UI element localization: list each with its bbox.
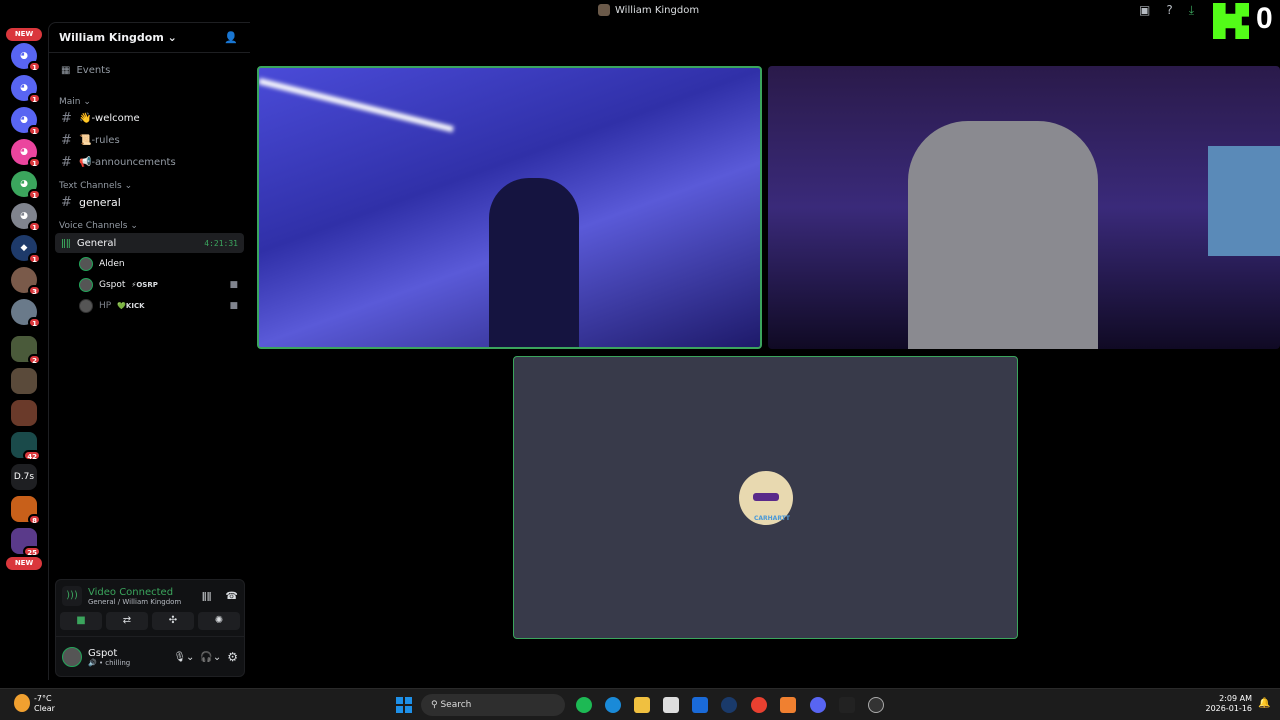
dm-item[interactable]: 3 — [11, 267, 41, 296]
server-icon — [598, 4, 610, 16]
server-item[interactable]: 8 — [11, 496, 41, 525]
hash-icon: # — [61, 194, 72, 210]
file-explorer-icon[interactable] — [634, 697, 650, 713]
spotify-icon[interactable] — [576, 697, 592, 713]
activities-button[interactable]: ✣ — [152, 612, 194, 630]
channel-announcements[interactable]: # 📢-announcements — [49, 151, 250, 173]
kick-count: 0 — [1256, 2, 1273, 35]
user-area: Gspot 🔊 • chilling 🎙⌄ 🎧⌄ ⚙ — [56, 636, 244, 667]
avatar — [79, 298, 93, 313]
inbox-icon[interactable]: ▣ — [1139, 3, 1150, 18]
dm-item[interactable]: ◕ 1 — [11, 139, 41, 168]
category-main[interactable]: Main ⌄ — [49, 89, 250, 107]
voice-panel: ))) Video Connected General / William Kin… — [55, 579, 245, 677]
screen-share-button[interactable]: ⇄ — [106, 612, 148, 630]
obs-icon[interactable] — [868, 697, 884, 713]
server-item[interactable]: 25 — [11, 528, 41, 557]
avatar[interactable] — [62, 647, 82, 667]
voice-user[interactable]: HP 💚KICK ■ — [49, 295, 250, 316]
voice-user[interactable]: Gspot ⚡OSRP ■ — [49, 274, 250, 295]
voice-activity-icon: ǁǁ — [61, 237, 71, 249]
soundboard-button[interactable]: ✺ — [198, 612, 240, 630]
dm-item[interactable]: ◕ 1 — [11, 43, 41, 72]
settings-icon[interactable]: ⚙ — [227, 650, 238, 664]
edge-icon[interactable] — [605, 697, 621, 713]
headphones-icon[interactable]: 🎧⌄ — [200, 652, 221, 663]
hash-icon: # — [61, 132, 72, 148]
avatar — [79, 277, 93, 292]
channel-welcome[interactable]: # 👋-welcome — [49, 107, 250, 129]
camera-button[interactable]: ■ — [60, 612, 102, 630]
server-item[interactable]: D.7s — [11, 464, 37, 490]
camera-icon: ■ — [229, 279, 238, 290]
steam-icon[interactable] — [721, 697, 737, 713]
server-item[interactable] — [11, 368, 37, 394]
terminal-icon[interactable] — [839, 697, 855, 713]
server-item[interactable]: 2 — [11, 336, 41, 365]
server-item[interactable] — [11, 400, 37, 426]
category-voice[interactable]: Voice Channels ⌄ — [49, 213, 250, 231]
window-title: William Kingdom — [598, 4, 699, 16]
avatar — [79, 256, 93, 271]
calendar-icon: ▦ — [61, 64, 71, 76]
new-pill[interactable]: NEW — [6, 28, 42, 41]
voice-channel-general[interactable]: ǁǁ General 4:21:31 — [55, 233, 244, 253]
clock[interactable]: 2:09 AM 2026-01-16 — [1200, 694, 1253, 714]
signal-icon: ))) — [62, 586, 82, 606]
start-button[interactable] — [396, 697, 412, 713]
channel-sidebar: William Kingdom ⌄ 👤 ▦ Events Main ⌄ # 👋-wel… — [48, 22, 250, 680]
microphone-icon[interactable]: 🎙⌄ — [173, 652, 194, 663]
dm-item[interactable]: ◆ 1 — [11, 235, 41, 264]
search-box[interactable]: ⚲ Search — [421, 694, 565, 716]
taskbar: -7°C Clear ⚲ Search 2:09 AM 2026-01-16 🔔 — [0, 688, 1280, 720]
help-icon[interactable]: ? — [1166, 3, 1172, 18]
dm-item[interactable]: ◕ 1 — [11, 107, 41, 136]
video-tile-1[interactable] — [257, 66, 762, 349]
voice-user[interactable]: Alden — [49, 253, 250, 274]
video-tile-3[interactable]: CARHARTT — [513, 356, 1018, 639]
new-pill[interactable]: NEW — [6, 557, 42, 570]
channel-rules[interactable]: # 📜-rules — [49, 129, 250, 151]
dm-item[interactable]: ◕ 1 — [11, 203, 41, 232]
events-item[interactable]: ▦ Events — [49, 59, 250, 81]
weather-icon — [14, 694, 30, 712]
notification-icon[interactable]: 🔔 — [1258, 698, 1270, 709]
download-icon[interactable]: ⤓ — [1189, 3, 1194, 18]
chrome-icon[interactable] — [751, 697, 767, 713]
category-text[interactable]: Text Channels ⌄ — [49, 173, 250, 191]
hash-icon: # — [61, 110, 72, 126]
dm-item[interactable]: ◕ 1 — [11, 75, 41, 104]
title-bar: William Kingdom ▣ ? ⤓ — [0, 0, 1280, 22]
server-rail: NEW ◕ 1 ◕ 1 ◕ 1 ◕ 1 ◕ 1 ◕ 1 ◆ 1 3 1 2 42 D.7s 8… — [0, 16, 48, 680]
app-icon[interactable] — [780, 697, 796, 713]
server-item[interactable]: 42 — [11, 432, 41, 461]
guild-header[interactable]: William Kingdom ⌄ 👤 — [49, 23, 250, 53]
store-icon[interactable] — [663, 697, 679, 713]
camera-icon: ■ — [229, 300, 238, 311]
hash-icon: # — [61, 154, 72, 170]
weather-widget[interactable]: -7°C Clear — [34, 694, 55, 714]
dm-item[interactable]: ◕ 1 — [11, 171, 41, 200]
noise-suppression-icon[interactable]: ǁǁ — [202, 591, 212, 602]
dm-item[interactable]: 1 — [11, 299, 41, 328]
discord-icon[interactable] — [810, 697, 826, 713]
channel-general[interactable]: # general — [49, 191, 250, 213]
outlook-icon[interactable] — [692, 697, 708, 713]
add-member-icon[interactable]: 👤 — [224, 31, 238, 44]
search-icon: ⚲ — [431, 700, 438, 710]
disconnect-icon[interactable]: ☎ — [226, 591, 238, 602]
video-tile-2[interactable] — [768, 66, 1280, 349]
